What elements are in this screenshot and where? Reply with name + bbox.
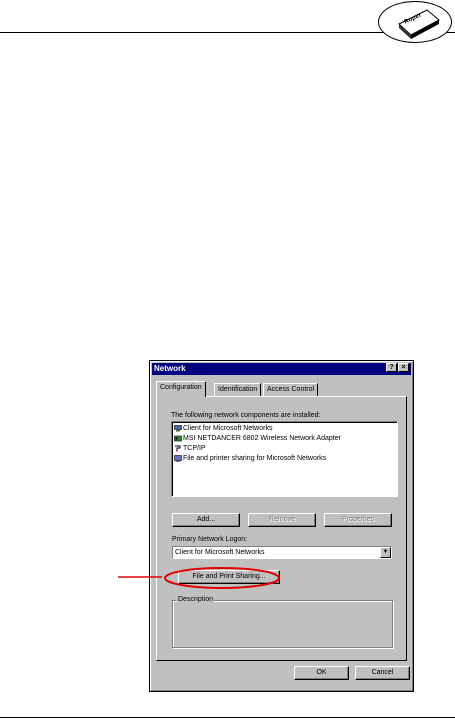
callout-overlay bbox=[118, 567, 280, 589]
tab-configuration[interactable]: Configuration bbox=[156, 381, 206, 397]
highlight-ellipse bbox=[164, 567, 280, 589]
footer-rule bbox=[0, 717, 455, 718]
